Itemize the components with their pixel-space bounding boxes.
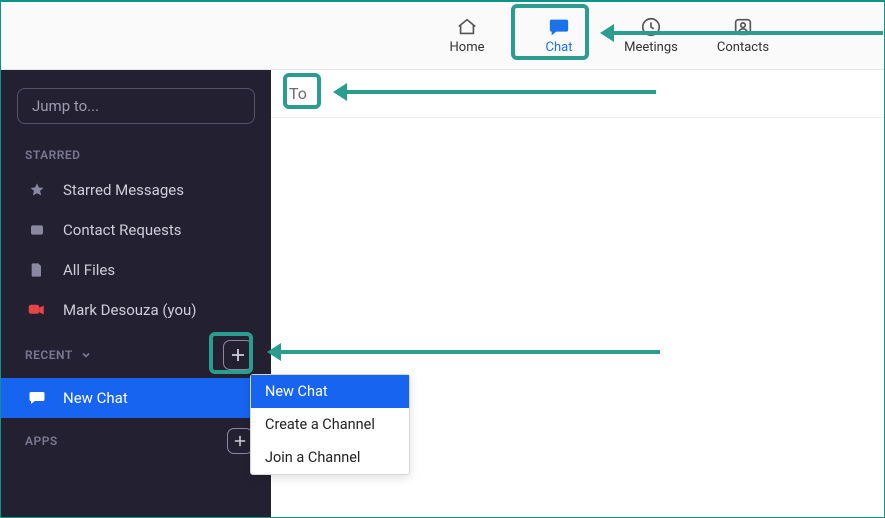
nav-meetings-label: Meetings [624,40,678,55]
jump-to-input[interactable] [17,88,255,124]
sidebar-item-label: Starred Messages [63,181,184,199]
annotation-arrow-add-recent [270,350,660,354]
sidebar-item-label: All Files [63,261,115,279]
nav-meetings[interactable]: Meetings [605,2,697,69]
sidebar-item-label: Contact Requests [63,221,181,239]
starred-header: STARRED [1,138,271,170]
chat-bubble-icon [27,388,47,408]
home-icon [456,16,478,38]
to-label: To [289,84,307,103]
star-icon [27,180,47,200]
body: STARRED Starred Messages Contact Request… [1,70,884,517]
app-window: Home Chat Meetings Contacts [0,0,885,518]
nav-contacts-label: Contacts [717,40,769,55]
recent-header-label: RECENT [25,348,73,362]
apps-header: APPS [1,418,271,462]
sidebar-item-self-user[interactable]: Mark Desouza (you) [1,290,271,330]
sidebar-item-contact-requests[interactable]: Contact Requests [1,210,271,250]
sidebar-item-starred-messages[interactable]: Starred Messages [1,170,271,210]
starred-header-label: STARRED [25,148,80,162]
menu-item-new-chat[interactable]: New Chat [251,375,409,408]
sidebar-item-label: New Chat [63,389,128,407]
menu-item-create-channel[interactable]: Create a Channel [251,408,409,441]
add-recent-button[interactable] [223,340,253,370]
nav-home[interactable]: Home [421,2,513,69]
sidebar: STARRED Starred Messages Contact Request… [1,70,271,517]
recent-context-menu: New Chat Create a Channel Join a Channel [250,374,410,475]
camera-icon [27,300,47,320]
top-nav: Home Chat Meetings Contacts [1,2,884,70]
chevron-down-icon[interactable] [81,350,91,360]
recent-header: RECENT [1,330,271,378]
annotation-arrow-to [336,90,656,94]
file-icon [27,260,47,280]
annotation-arrow-chat [603,31,883,35]
jump-to-container [17,88,255,124]
sidebar-item-label: Mark Desouza (you) [63,301,197,319]
nav-contacts[interactable]: Contacts [697,2,789,69]
sidebar-item-all-files[interactable]: All Files [1,250,271,290]
nav-home-label: Home [450,40,485,55]
compose-to-row[interactable]: To [271,70,884,118]
apps-header-label: APPS [25,434,58,448]
person-card-icon [27,220,47,240]
nav-chat-label: Chat [546,40,573,55]
sidebar-item-new-chat[interactable]: New Chat [1,378,271,418]
menu-item-join-channel[interactable]: Join a Channel [251,441,409,474]
chat-icon [548,16,570,38]
